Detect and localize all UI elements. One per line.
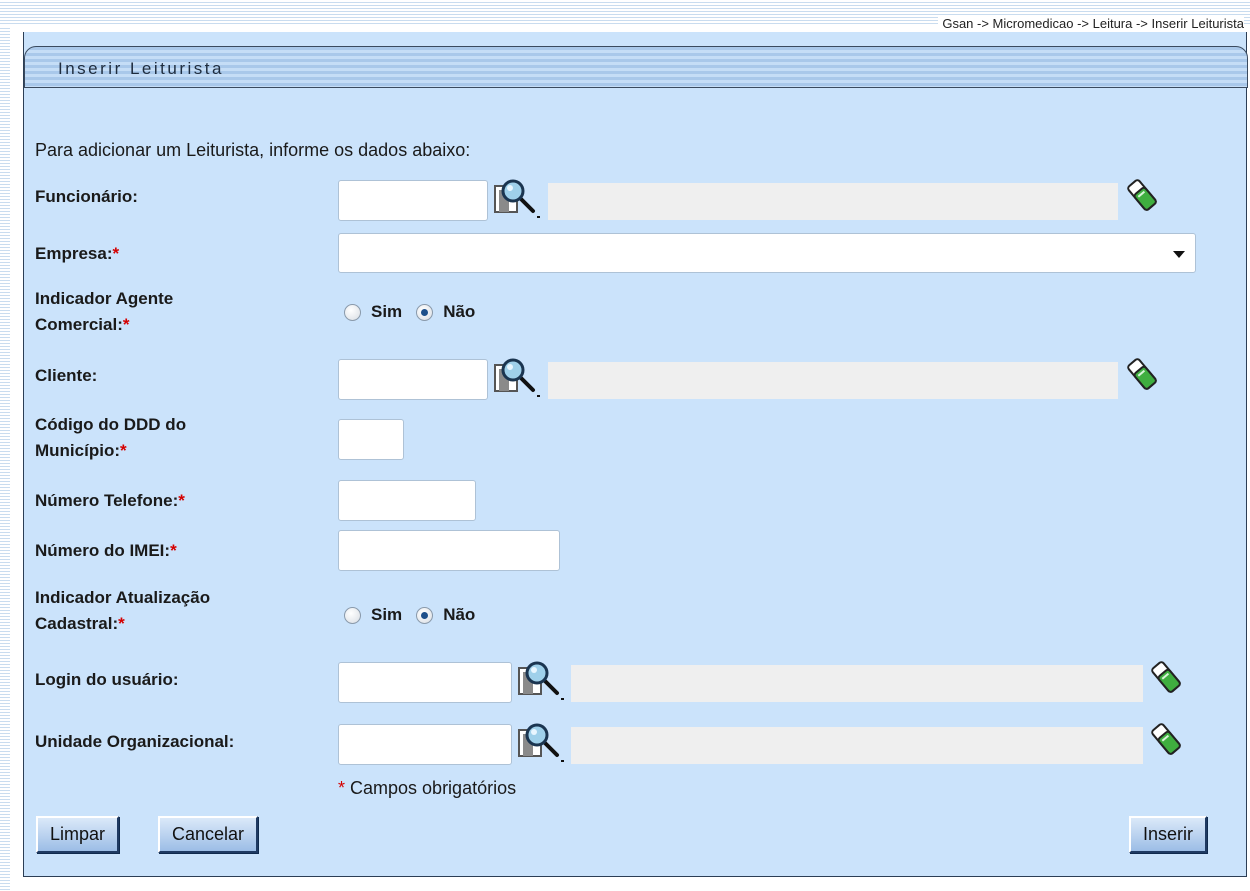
atualizacao-cadastral-label: Indicador Atualização Cadastral:* [35,588,211,633]
agente-comercial-label: Indicador Agente Comercial:* [35,289,174,334]
login-name-display [571,665,1143,702]
required-fields-note: * Campos obrigatórios [338,778,517,798]
cancelar-button[interactable]: Cancelar [158,816,259,853]
telefone-input[interactable] [338,480,476,521]
agente-comercial-radio-group: Sim Não [344,299,489,325]
imei-label: Número do IMEI:* [35,541,177,560]
unidade-search-icon[interactable] [517,722,565,762]
imei-input[interactable] [338,530,560,571]
form-instructions: Para adicionar um Leiturista, informe os… [35,140,471,160]
empresa-select[interactable] [338,233,1196,273]
title-bar: Inserir Leiturista [24,46,1248,88]
ddd-label: Código do DDD do Município:* [35,415,187,460]
unidade-label: Unidade Organizacional: [35,732,235,751]
agente-comercial-sim-radio[interactable] [344,303,361,321]
login-clear-icon[interactable] [1150,660,1182,694]
login-label: Login do usuário: [35,670,179,689]
funcionario-code-input[interactable] [338,180,488,221]
breadcrumb: Gsan -> Micromedicao -> Leitura -> Inser… [938,16,1244,32]
inserir-button[interactable]: Inserir [1129,816,1208,853]
login-search-icon[interactable] [517,660,565,700]
telefone-label: Número Telefone:* [35,491,185,510]
unidade-input[interactable] [338,724,512,765]
cliente-search-icon[interactable] [493,357,541,397]
left-stripes [0,26,10,891]
limpar-button[interactable]: Limpar [36,816,120,853]
funcionario-search-icon[interactable] [493,178,541,218]
unidade-name-display [571,727,1143,764]
form-panel: Inserir Leiturista Para adicionar um Lei… [23,32,1248,877]
empresa-label: Empresa:* [35,244,120,263]
agente-comercial-nao-radio[interactable] [416,303,434,321]
atualizacao-cadastral-sim-radio[interactable] [344,606,361,624]
cliente-clear-icon[interactable] [1126,357,1158,391]
funcionario-name-display [548,183,1118,220]
login-input[interactable] [338,662,512,703]
cliente-code-input[interactable] [338,359,488,400]
funcionario-clear-icon[interactable] [1126,178,1158,212]
chevron-down-icon [1173,251,1185,258]
cliente-label: Cliente: [35,366,98,385]
ddd-input[interactable] [338,419,404,460]
cliente-name-display [548,362,1118,399]
atualizacao-cadastral-radio-group: Sim Não [344,602,489,628]
unidade-clear-icon[interactable] [1150,722,1182,756]
funcionario-label: Funcionário: [35,187,138,206]
page-title: Inserir Leiturista [58,59,224,78]
atualizacao-cadastral-nao-radio[interactable] [416,606,434,624]
